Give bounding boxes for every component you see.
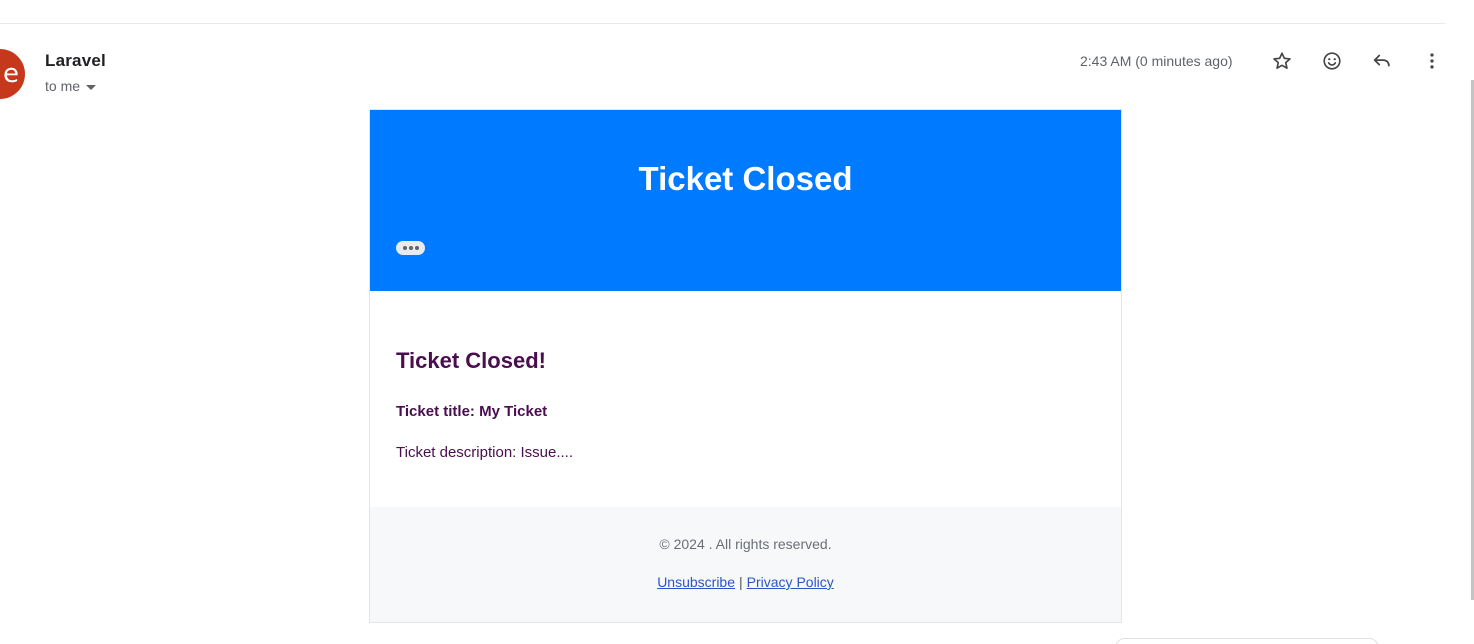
reply-button[interactable]: [1369, 48, 1395, 74]
add-reaction-button[interactable]: [1319, 48, 1345, 74]
footer-separator: |: [739, 574, 743, 590]
star-button[interactable]: [1269, 48, 1295, 74]
email-footer: © 2024 . All rights reserved. Unsubscrib…: [370, 507, 1121, 622]
email-body-heading: Ticket Closed!: [396, 348, 546, 373]
avatar[interactable]: e: [0, 49, 25, 99]
recipient-details-toggle[interactable]: to me: [45, 78, 97, 94]
emoji-icon: [1323, 52, 1341, 70]
email-body-card: Ticket Closed Ticket Closed! Ticket titl…: [369, 109, 1122, 623]
dot-icon: [414, 246, 419, 250]
recipient-label: to me: [45, 78, 81, 94]
copyright-text: © 2024 . All rights reserved.: [659, 536, 832, 552]
more-vert-icon: [1430, 53, 1434, 69]
privacy-policy-link[interactable]: Privacy Policy: [747, 574, 834, 590]
reply-icon: [1373, 54, 1390, 67]
star-icon: [1273, 52, 1291, 69]
unsubscribe-link[interactable]: Unsubscribe: [657, 574, 735, 590]
top-divider: [0, 23, 1445, 24]
ticket-title: Ticket title: My Ticket: [396, 403, 548, 420]
dot-icon: [408, 246, 413, 250]
ticket-description: Ticket description: Issue....: [396, 444, 574, 461]
email-header-title: Ticket Closed: [638, 160, 853, 197]
dot-icon: [402, 246, 407, 250]
message-timestamp: 2:43 AM (0 minutes ago): [1080, 53, 1233, 69]
show-trimmed-content-button[interactable]: [396, 241, 425, 255]
chevron-down-icon[interactable]: [86, 84, 97, 90]
footer-links: Unsubscribe | Privacy Policy: [370, 574, 1121, 590]
reply-actions-bar[interactable]: [1115, 638, 1379, 644]
sender-name[interactable]: Laravel: [45, 51, 106, 71]
email-header-banner: Ticket Closed: [370, 110, 1121, 291]
more-options-button[interactable]: [1419, 48, 1445, 74]
